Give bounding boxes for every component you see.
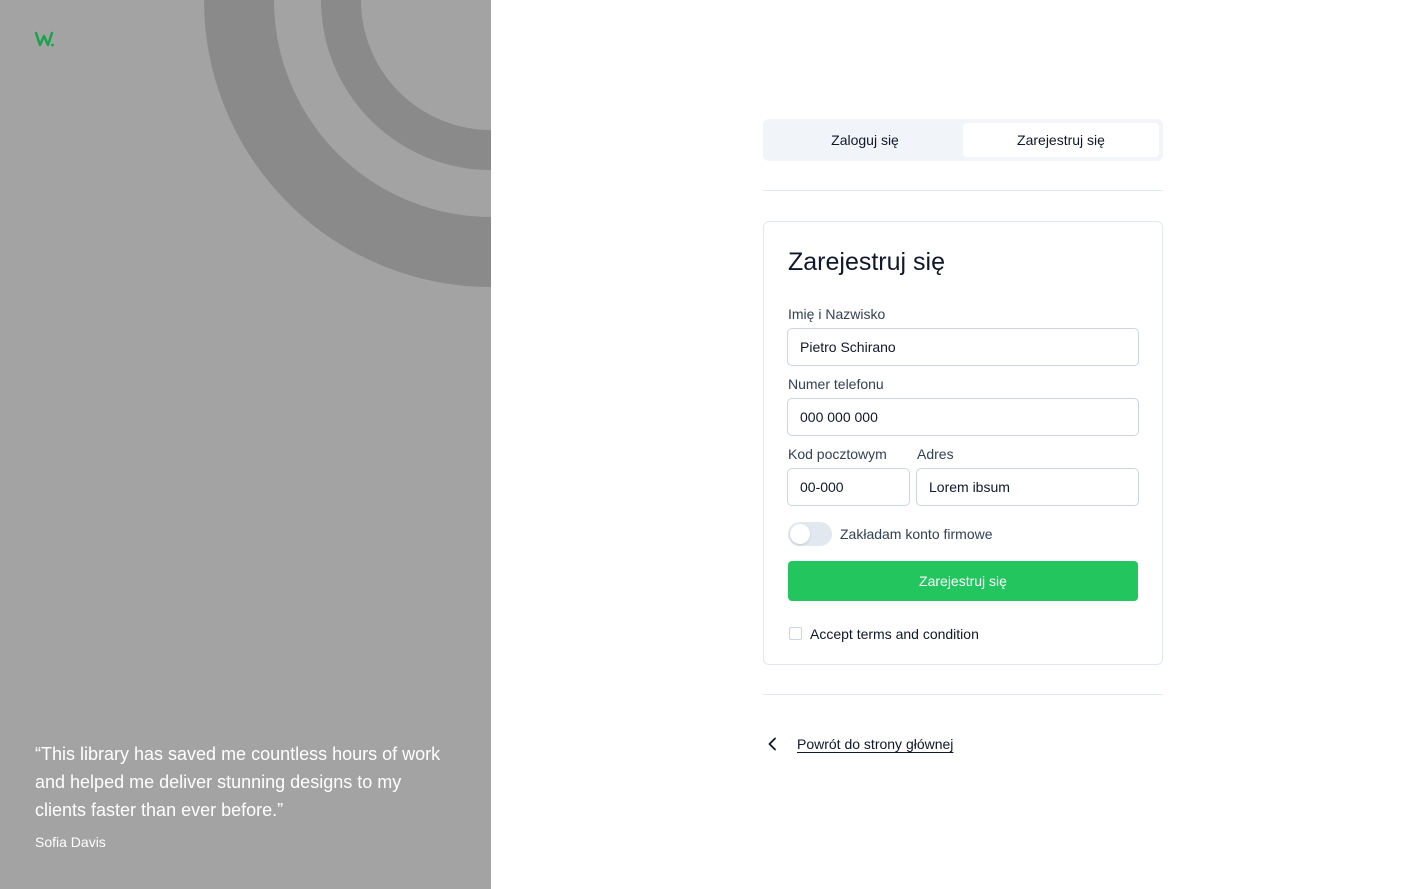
divider: [763, 190, 1163, 191]
address-field[interactable]: [916, 468, 1139, 506]
chevron-left-icon: [763, 734, 783, 754]
inner-ring: [321, 0, 491, 170]
register-title: Zarejestruj się: [788, 248, 945, 276]
testimonial-panel: “This library has saved me countless hou…: [0, 0, 491, 889]
name-field[interactable]: [787, 328, 1139, 366]
postal-code-label: Kod pocztowym: [788, 446, 887, 462]
postal-code-field[interactable]: [787, 468, 910, 506]
terms-label: Accept terms and condition: [810, 626, 979, 642]
register-button[interactable]: Zarejestruj się: [788, 561, 1138, 601]
phone-field[interactable]: [787, 398, 1139, 436]
divider: [763, 694, 1163, 695]
testimonial-author: Sofia Davis: [35, 834, 106, 850]
address-label: Adres: [917, 446, 954, 462]
name-label: Imię i Nazwisko: [788, 306, 886, 322]
testimonial-quote: “This library has saved me countless hou…: [35, 744, 441, 820]
terms-checkbox[interactable]: [789, 627, 802, 640]
auth-tabs: Zaloguj się Zarejestruj się: [763, 119, 1163, 161]
company-account-label: Zakładam konto firmowe: [840, 526, 993, 542]
auth-area: Zaloguj się Zarejestruj się Zarejestruj …: [491, 0, 1428, 889]
company-account-toggle[interactable]: [788, 522, 832, 546]
phone-label: Numer telefonu: [788, 376, 884, 392]
back-home-label: Powrót do strony głównej: [797, 736, 954, 752]
register-card: Zarejestruj się Imię i Nazwisko Numer te…: [763, 221, 1163, 665]
tab-register[interactable]: Zarejestruj się: [963, 123, 1159, 157]
back-home-link[interactable]: Powrót do strony głównej: [763, 734, 953, 754]
logo-icon[interactable]: [35, 30, 55, 48]
toggle-knob: [790, 524, 810, 544]
tab-login[interactable]: Zaloguj się: [767, 123, 963, 157]
